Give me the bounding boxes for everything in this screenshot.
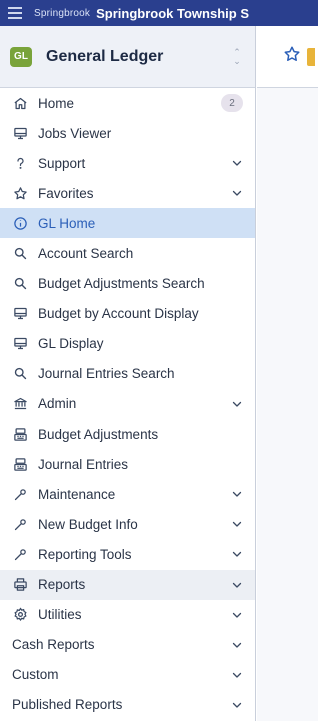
chevron-down-icon[interactable] xyxy=(231,699,243,711)
sidebar-item-label: Home xyxy=(38,95,75,111)
sidebar-item-budget-by-account-display[interactable]: Budget by Account Display xyxy=(0,299,255,329)
sidebar-item-label: Utilities xyxy=(38,607,82,623)
sidebar-item-utilities[interactable]: Utilities xyxy=(0,600,255,630)
sidebar-item-label: Reports xyxy=(38,577,86,593)
sidebar-item-journal-entries[interactable]: Journal Entries xyxy=(0,449,255,479)
search-icon xyxy=(12,276,28,292)
hamburger-menu-icon[interactable] xyxy=(8,7,22,19)
sidebar-item-gl-display[interactable]: GL Display xyxy=(0,329,255,359)
springbrook-logo[interactable]: Springbrook xyxy=(34,8,90,19)
monitor-icon xyxy=(12,306,28,322)
gear-icon xyxy=(12,607,28,623)
module-name: General Ledger xyxy=(46,47,164,65)
chevron-down-icon[interactable] xyxy=(231,398,243,410)
sidebar-item-new-budget-info[interactable]: New Budget Info xyxy=(0,509,255,539)
sidebar-item-budget-adjustments[interactable]: Budget Adjustments xyxy=(0,419,255,449)
printer-icon xyxy=(12,577,28,593)
sidebar-item-label: Custom xyxy=(12,667,59,683)
chevron-down-icon[interactable] xyxy=(231,579,243,591)
updown-chevron-icon: ⌃ ⌄ xyxy=(233,46,241,66)
sidebar-item-label: Budget Adjustments xyxy=(38,426,159,442)
sidebar-item-label: Journal Entries Search xyxy=(38,366,175,382)
sidebar-item-label: Favorites xyxy=(38,185,94,201)
chevron-down-icon[interactable] xyxy=(231,669,243,681)
top-app-bar: Springbrook Springbrook Township S xyxy=(0,0,318,26)
sidebar-item-admin[interactable]: Admin xyxy=(0,389,255,419)
wrench-icon xyxy=(12,516,28,532)
main-header xyxy=(257,26,318,88)
sidebar-item-label: Reporting Tools xyxy=(38,546,132,562)
bank-icon xyxy=(12,396,28,412)
sidebar-item-favorites[interactable]: Favorites xyxy=(0,178,255,208)
module-selector[interactable]: GL General Ledger ⌃ ⌄ xyxy=(0,26,255,88)
favorite-star-icon[interactable] xyxy=(283,45,301,68)
sidebar-item-maintenance[interactable]: Maintenance xyxy=(0,479,255,509)
sidebar-item-custom[interactable]: Custom xyxy=(0,660,255,690)
chevron-down-icon[interactable] xyxy=(231,639,243,651)
question-icon xyxy=(12,155,28,171)
sidebar: GL General Ledger ⌃ ⌄ Home 2 Jobs Viewer Sup… xyxy=(0,26,256,721)
main-content xyxy=(257,26,318,721)
sidebar-item-label: Admin xyxy=(38,396,77,412)
sidebar-item-journal-entries-search[interactable]: Journal Entries Search xyxy=(0,359,255,389)
sidebar-item-cash-reports[interactable]: Cash Reports xyxy=(0,630,255,660)
sidebar-item-label: Cash Reports xyxy=(12,637,95,653)
register-icon xyxy=(12,426,28,442)
info-icon xyxy=(12,215,28,231)
monitor-icon xyxy=(12,125,28,141)
sidebar-item-reporting-tools[interactable]: Reporting Tools xyxy=(0,539,255,569)
chevron-down-icon[interactable] xyxy=(231,548,243,560)
sidebar-item-gl-home[interactable]: GL Home xyxy=(0,208,255,239)
sidebar-item-label: GL Display xyxy=(38,336,104,352)
chevron-down-icon[interactable] xyxy=(231,187,243,199)
home-icon xyxy=(12,95,28,111)
search-icon xyxy=(12,246,28,262)
monitor-icon xyxy=(12,336,28,352)
sidebar-item-reports[interactable]: Reports xyxy=(0,569,255,600)
sidebar-item-label: Published Reports xyxy=(12,697,123,713)
module-badge: GL xyxy=(10,46,32,67)
sidebar-item-home[interactable]: Home 2 xyxy=(0,88,255,118)
search-icon xyxy=(12,366,28,382)
sidebar-item-account-search[interactable]: Account Search xyxy=(0,238,255,268)
sidebar-item-label: Maintenance xyxy=(38,486,116,502)
bookmark-tag-icon xyxy=(307,47,315,66)
nav-list: Home 2 Jobs Viewer Support Favorites GL Home A… xyxy=(0,88,255,720)
sidebar-item-label: Budget Adjustments Search xyxy=(38,276,205,292)
sidebar-item-label: Jobs Viewer xyxy=(38,125,112,141)
count-badge: 2 xyxy=(221,94,243,113)
register-icon xyxy=(12,456,28,472)
sidebar-item-label: GL Home xyxy=(38,215,96,231)
chevron-down-icon[interactable] xyxy=(231,157,243,169)
sidebar-item-label: Budget by Account Display xyxy=(38,306,199,322)
wrench-icon xyxy=(12,546,28,562)
sidebar-item-label: New Budget Info xyxy=(38,516,138,532)
chevron-down-icon[interactable] xyxy=(231,609,243,621)
chevron-down-icon[interactable] xyxy=(231,488,243,500)
chevron-down-icon[interactable] xyxy=(231,518,243,530)
sidebar-item-label: Support xyxy=(38,155,86,171)
wrench-icon xyxy=(12,486,28,502)
sidebar-item-label: Account Search xyxy=(38,246,134,262)
app-title: Springbrook Township S xyxy=(96,5,249,21)
sidebar-item-jobs-viewer[interactable]: Jobs Viewer xyxy=(0,118,255,148)
sidebar-item-budget-adjustments-search[interactable]: Budget Adjustments Search xyxy=(0,269,255,299)
star-icon xyxy=(12,185,28,201)
sidebar-item-label: Journal Entries xyxy=(38,456,129,472)
sidebar-item-published-reports[interactable]: Published Reports xyxy=(0,690,255,720)
sidebar-item-support[interactable]: Support xyxy=(0,148,255,178)
